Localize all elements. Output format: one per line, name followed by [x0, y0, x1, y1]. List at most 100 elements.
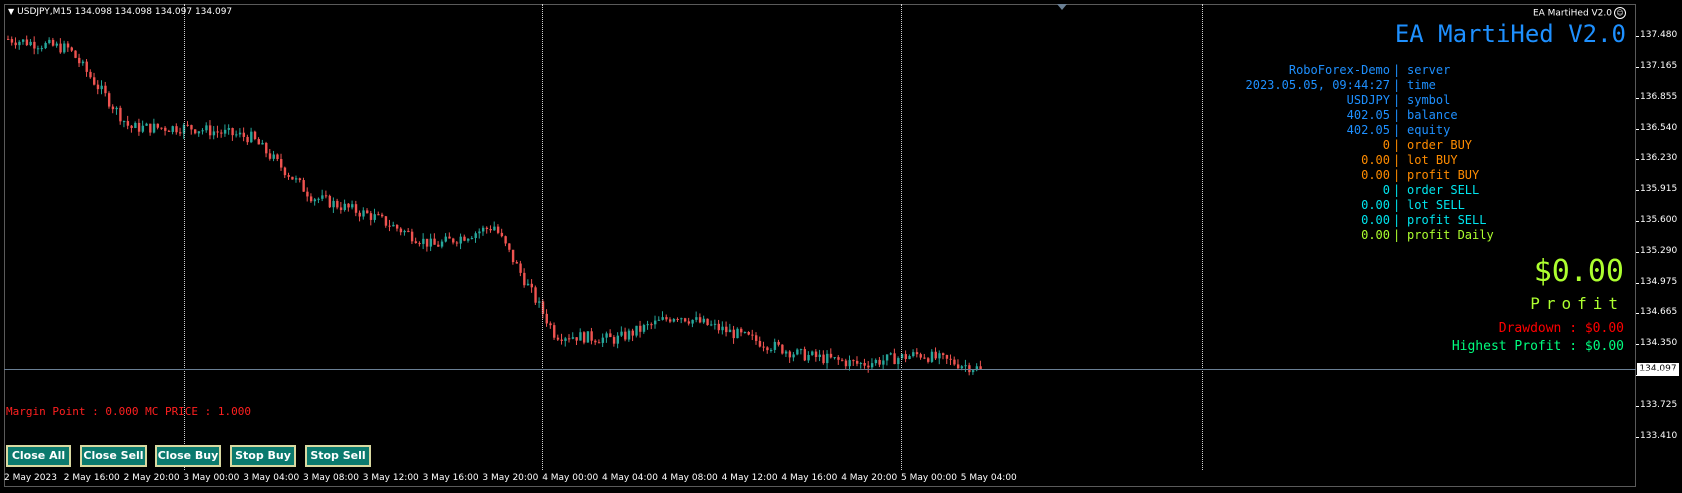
profit-value: $0.00: [1533, 254, 1624, 289]
candle-body: [594, 340, 597, 343]
candle-body: [59, 43, 62, 53]
candle-body: [25, 39, 29, 46]
candle-body: [635, 325, 638, 336]
profit-label: Profit: [1530, 294, 1624, 313]
candle-body: [179, 132, 182, 134]
candle-body: [859, 363, 863, 365]
stat-value: 2023.05.05, 09:44:27: [1245, 78, 1391, 92]
stat-label: profit SELL: [1407, 213, 1487, 227]
candle-body: [216, 131, 219, 133]
candle-body: [601, 337, 605, 343]
candle-body: [627, 330, 631, 340]
stat-row-balance: 402.05 | balance: [1220, 108, 1640, 123]
price-axis[interactable]: 137.480 137.165 136.855 136.540 136.230 135.9…: [1635, 4, 1682, 470]
stat-value: RoboForex-Demo: [1288, 63, 1390, 77]
candle-body: [889, 353, 893, 355]
candle-body: [938, 353, 941, 359]
candle-body: [676, 319, 679, 321]
candle-body: [549, 323, 552, 326]
time-tick: 2 May 2023: [4, 473, 57, 483]
candle-body: [556, 337, 560, 340]
candle-body: [758, 340, 762, 347]
candle-body: [893, 353, 896, 365]
candle-body: [829, 353, 833, 358]
candle-body: [683, 318, 687, 322]
candle-body: [874, 359, 878, 364]
stat-separator: |: [1393, 78, 1401, 92]
candle-body: [55, 43, 59, 46]
candle-body: [942, 353, 945, 356]
candle-body: [755, 335, 758, 341]
candle-body: [208, 125, 212, 136]
candle-body: [332, 200, 335, 208]
candle-body: [616, 335, 620, 344]
candle-body: [339, 207, 343, 211]
close-sell-button[interactable]: Close Sell: [80, 445, 147, 467]
candle-body: [321, 195, 324, 199]
candle-body: [620, 331, 623, 336]
candle-body: [945, 355, 949, 359]
period-separator: [901, 4, 902, 470]
candle-body: [220, 132, 223, 134]
candle-body: [227, 128, 231, 130]
period-separator: [1202, 4, 1203, 470]
price-tick: 137.165: [1635, 61, 1678, 72]
candle-body: [377, 214, 380, 216]
current-price-line: [4, 369, 1636, 371]
candle-body: [134, 122, 137, 128]
candle-body: [908, 356, 911, 359]
price-tick: 135.600: [1635, 215, 1678, 226]
price-tick: 134.035: [1635, 369, 1678, 380]
stat-row-equity: 402.05 | equity: [1220, 123, 1640, 138]
candle-body: [605, 333, 608, 338]
candle-body: [841, 359, 844, 361]
candle-body: [96, 84, 100, 90]
stat-value: 402.05: [1346, 108, 1390, 122]
candle-body: [287, 175, 290, 177]
candle-body: [706, 318, 709, 326]
candle-body: [582, 332, 586, 343]
dropdown-triangle-icon[interactable]: ▼: [8, 7, 14, 16]
candle-body: [422, 238, 425, 244]
candle-body: [33, 41, 36, 49]
candle-body: [855, 360, 859, 364]
time-tick: 3 May 20:00: [482, 473, 539, 483]
stat-value: 0: [1382, 138, 1390, 152]
candle-body: [545, 313, 548, 324]
candle-body: [904, 354, 907, 359]
candle-body: [452, 238, 455, 243]
candle-body: [388, 225, 391, 227]
smiley-icon: ☺: [1614, 7, 1626, 19]
candle-body: [912, 352, 915, 357]
candle-body: [511, 249, 515, 263]
candle-body: [268, 153, 272, 159]
close-buy-button[interactable]: Close Buy: [155, 445, 221, 467]
stat-separator: |: [1393, 138, 1401, 152]
time-axis[interactable]: 2 May 2023 2 May 16:00 2 May 20:00 3 May 00…: [4, 470, 1636, 489]
candle-body: [418, 243, 421, 245]
time-tick: 4 May 00:00: [542, 473, 599, 483]
stat-row-order-sell: 0 | order SELL: [1220, 183, 1640, 198]
candle-body: [538, 301, 541, 303]
candle-body: [107, 93, 111, 107]
stop-buy-button[interactable]: Stop Buy: [230, 445, 296, 467]
candle-body: [104, 85, 107, 94]
candle-body: [257, 139, 260, 145]
candle-body: [519, 263, 522, 273]
candle-body: [553, 325, 556, 338]
candle-body: [814, 351, 818, 358]
candle-body: [448, 236, 451, 239]
candle-body: [646, 324, 649, 326]
chart-shift-marker-icon[interactable]: [1057, 4, 1067, 10]
stat-row-symbol: USDJPY | symbol: [1220, 93, 1640, 108]
candle-body: [493, 226, 496, 231]
close-all-button[interactable]: Close All: [6, 445, 71, 467]
stop-sell-button[interactable]: Stop Sell: [305, 445, 371, 467]
time-tick: 3 May 04:00: [243, 473, 300, 483]
drawdown-label: Drawdown : $0.00: [1498, 321, 1624, 336]
time-tick: 5 May 04:00: [960, 473, 1017, 483]
candle-body: [695, 317, 698, 320]
candle-body: [10, 39, 14, 43]
stat-label: balance: [1407, 108, 1458, 122]
candle-body: [803, 349, 807, 361]
